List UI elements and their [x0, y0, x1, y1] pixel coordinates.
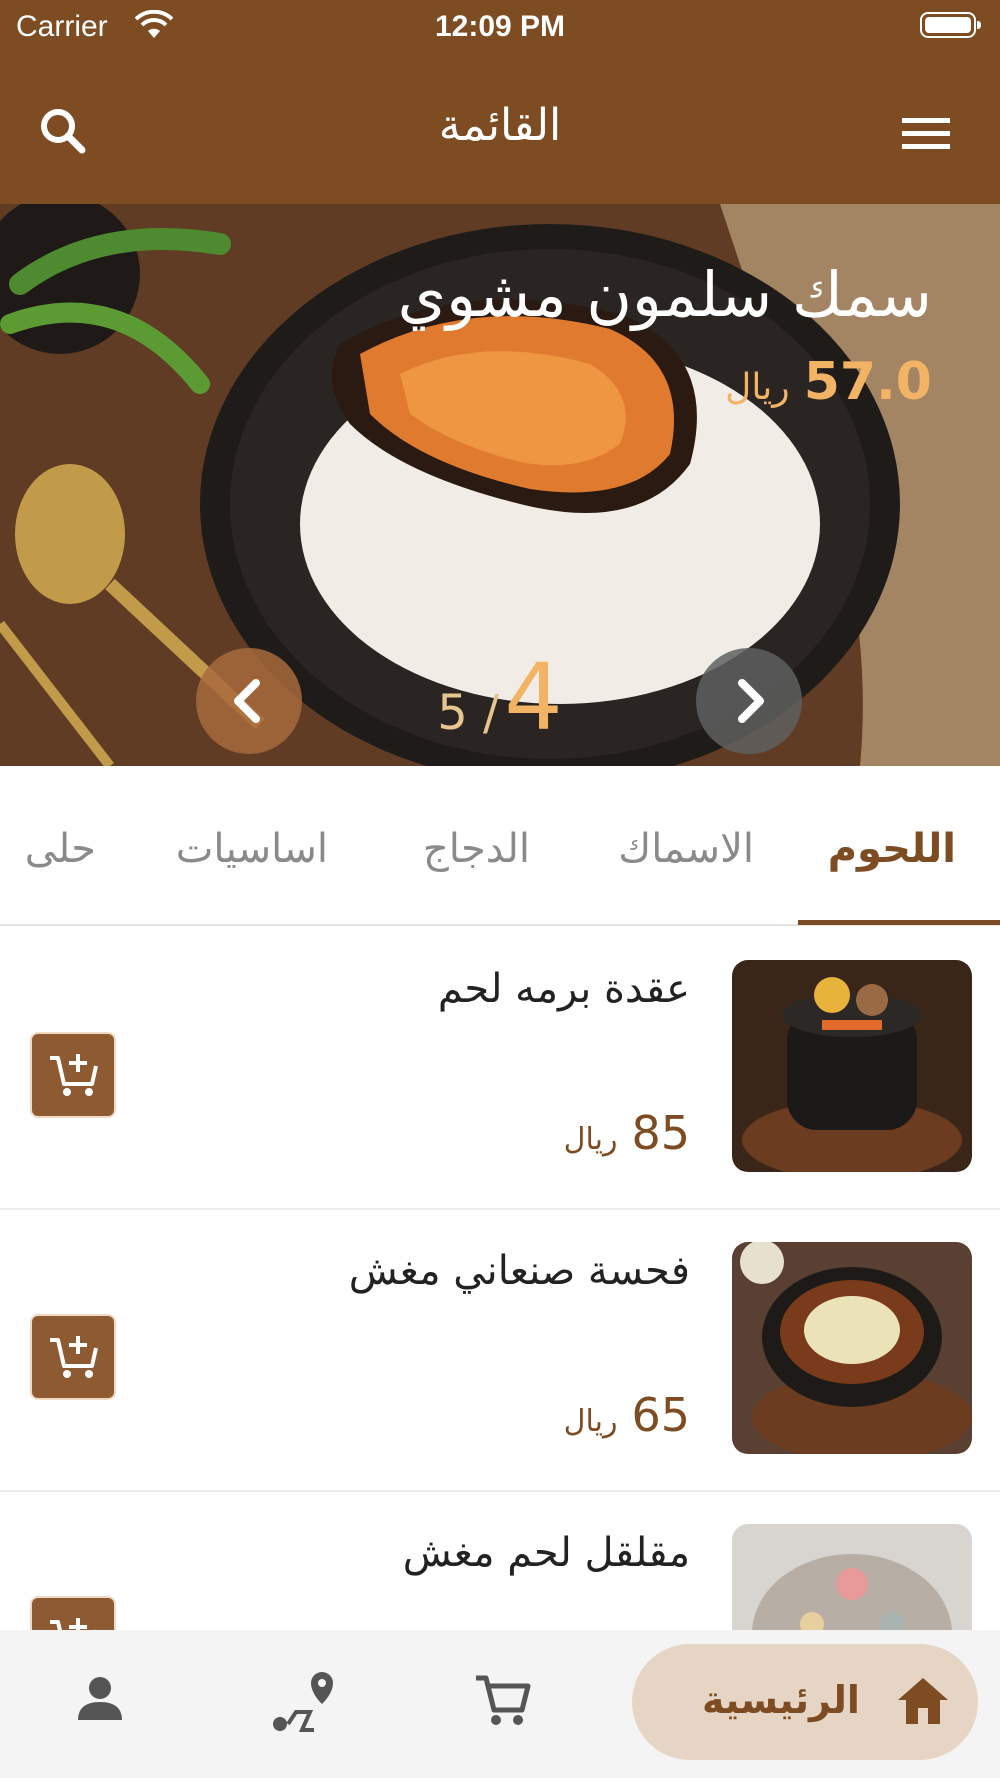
- add-to-cart-button[interactable]: [30, 1314, 116, 1400]
- dish-price: 65 ريال: [564, 1388, 690, 1442]
- location-route-icon[interactable]: [268, 1668, 338, 1742]
- category-tabs: اللحوم الاسماك الدجاج اساسيات حلى: [0, 776, 1000, 926]
- app-bar: القائمة: [0, 58, 1000, 204]
- menu-sheet: اللحوم الاسماك الدجاج اساسيات حلى عقدة ب…: [0, 776, 1000, 1636]
- slide-current: 4: [504, 644, 563, 751]
- dish-name: فحسة صنعاني مغش: [348, 1248, 690, 1294]
- active-tab-indicator: [798, 920, 1000, 925]
- add-cart-icon: [50, 1054, 98, 1096]
- slide-counter: 5 / 4: [0, 644, 1000, 751]
- profile-icon[interactable]: [74, 1672, 126, 1728]
- bottom-navigation: الرئيسية: [0, 1630, 1000, 1778]
- clock: 12:09 PM: [434, 10, 566, 43]
- price-currency: ريال: [563, 1122, 618, 1157]
- chevron-right-icon: [738, 679, 764, 723]
- featured-price-currency: ريال: [725, 367, 790, 408]
- home-icon: [894, 1674, 952, 1728]
- dish-name: مقلقل لحم مغش: [402, 1530, 690, 1576]
- featured-carousel[interactable]: سمك سلمون مشوي 57.0 ريال 5 / 4: [0, 204, 1000, 766]
- tab-fish[interactable]: الاسماك: [618, 826, 754, 872]
- home-label: الرئيسية: [702, 1678, 860, 1722]
- featured-price-value: 57.0: [803, 352, 932, 412]
- tab-basics[interactable]: اساسيات: [176, 826, 328, 872]
- list-item[interactable]: مقلقل لحم مغش: [0, 1490, 1000, 1636]
- dish-name: عقدة برمه لحم: [437, 966, 690, 1012]
- menu-icon[interactable]: [896, 104, 956, 164]
- page-title: القائمة: [438, 100, 562, 151]
- add-to-cart-button[interactable]: [30, 1032, 116, 1118]
- featured-dish-title: سمك سلمون مشوي: [397, 258, 932, 331]
- tab-desserts[interactable]: حلى: [25, 826, 96, 872]
- list-item[interactable]: فحسة صنعاني مغش 65 ريال: [0, 1208, 1000, 1492]
- dish-price: 85 ريال: [564, 1106, 690, 1160]
- featured-dish-price: 57.0 ريال: [725, 352, 932, 412]
- tab-chicken[interactable]: الدجاج: [423, 826, 530, 872]
- status-bar: Carrier 12:09 PM: [0, 0, 1000, 58]
- slide-total: 5 /: [437, 685, 500, 741]
- battery-icon: [920, 12, 981, 38]
- price-value: 65: [631, 1388, 690, 1442]
- dish-image: [732, 1524, 972, 1636]
- list-item[interactable]: عقدة برمه لحم 85 ريال: [0, 926, 1000, 1210]
- home-nav-button[interactable]: الرئيسية: [632, 1644, 978, 1760]
- price-value: 85: [631, 1106, 690, 1160]
- dish-image: [732, 960, 972, 1172]
- dish-image: [732, 1242, 972, 1454]
- tab-meat[interactable]: اللحوم: [828, 826, 956, 872]
- cart-icon[interactable]: [472, 1670, 532, 1734]
- carousel-next-button[interactable]: [696, 648, 802, 754]
- price-currency: ريال: [563, 1404, 618, 1439]
- add-cart-icon: [50, 1336, 98, 1378]
